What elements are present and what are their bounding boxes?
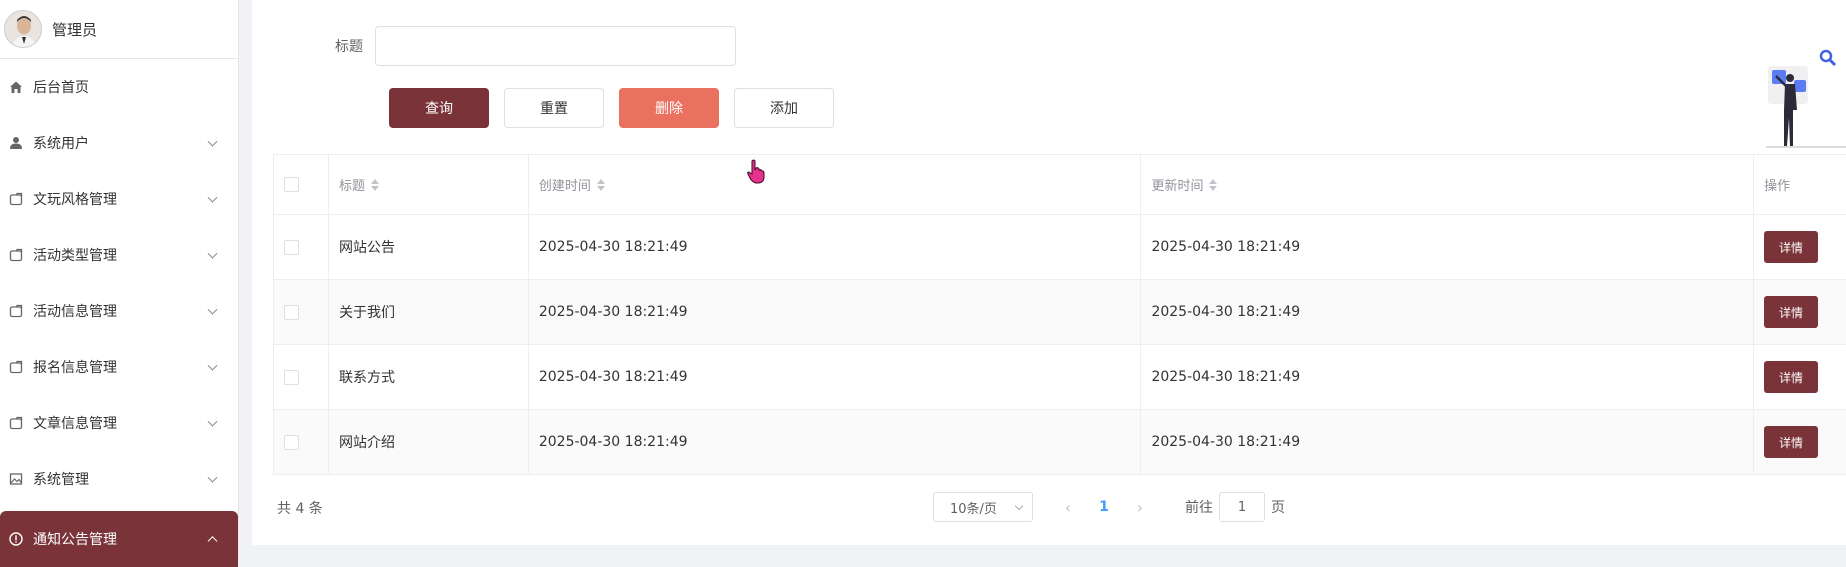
avatar[interactable] [4,10,42,48]
sidebar-item[interactable]: 报名信息管理 [0,339,238,395]
user-name: 管理员 [52,20,98,39]
folder-icon [8,415,24,431]
chevron-down-icon [207,472,218,483]
folder-icon [8,191,24,207]
page-size-select[interactable]: 10条/页 [933,492,1033,522]
chevron-up-icon [207,536,218,547]
cell-updated: 2025-04-30 18:21:49 [1141,215,1755,279]
sidebar-item-label: 报名信息管理 [33,360,117,376]
cell-title: 网站介绍 [329,410,529,474]
cell-updated: 2025-04-30 18:21:49 [1141,410,1755,474]
chevron-down-icon [207,248,218,259]
sort-icon[interactable] [370,178,379,191]
delete-button[interactable]: 删除 [619,88,719,128]
sidebar-item-label: 活动信息管理 [33,304,117,320]
cell-created: 2025-04-30 18:21:49 [529,215,1142,279]
column-header-actions: 操作 [1764,179,1791,194]
sidebar-item-label: 系统管理 [33,472,89,488]
goto-page-input[interactable]: 1 [1219,492,1265,522]
sidebar: 管理员 后台首页系统用户文玩风格管理 活动类型管理 活动信息管理 报名信息管理 文章信息… [0,0,239,567]
cell-title: 联系方式 [329,345,529,409]
sidebar-item[interactable]: 系统用户 [0,115,238,171]
query-button[interactable]: 查询 [389,88,489,128]
sidebar-item-label: 系统用户 [33,136,89,152]
data-table: 标题 创建时间 更新时间 操作 网站公告 2025-04-30 18:21:49 2… [273,154,1846,475]
page-number[interactable]: 1 [1089,499,1119,515]
sidebar-item-label: 文章信息管理 [33,416,117,432]
chevron-down-icon [207,360,218,371]
table-row: 网站公告 2025-04-30 18:21:49 2025-04-30 18:21:… [274,215,1846,280]
sidebar-menu: 后台首页系统用户文玩风格管理 活动类型管理 活动信息管理 报名信息管理 文章信息管理 系统… [0,59,238,567]
sidebar-item[interactable]: 活动信息管理 [0,283,238,339]
row-checkbox[interactable] [284,304,299,320]
table-row: 关于我们 2025-04-30 18:21:49 2025-04-30 18:21:… [274,280,1846,345]
user-profile: 管理员 [0,0,238,59]
alert-circle-icon [8,531,24,547]
title-input[interactable] [375,26,736,66]
chevron-down-icon [207,304,218,315]
reset-button[interactable]: 重置 [504,88,604,128]
goto-page: 前往 1 页 [1185,492,1285,522]
folder-icon [8,359,24,375]
folder-icon [8,247,24,263]
sidebar-item-label: 后台首页 [33,80,89,96]
table-row: 联系方式 2025-04-30 18:21:49 2025-04-30 18:21:… [274,345,1846,410]
table-row: 网站介绍 2025-04-30 18:21:49 2025-04-30 18:21:… [274,410,1846,475]
sidebar-item[interactable]: 后台首页 [0,59,238,115]
add-button[interactable]: 添加 [734,88,834,128]
user-icon [8,135,24,151]
cell-created: 2025-04-30 18:21:49 [529,280,1142,344]
sidebar-item[interactable]: 文章信息管理 [0,395,238,451]
pointer-cursor-icon [747,159,765,184]
title-label: 标题 [335,39,363,55]
cell-title: 网站公告 [329,215,529,279]
select-all-checkbox[interactable] [284,177,299,192]
cell-updated: 2025-04-30 18:21:49 [1141,345,1755,409]
detail-button[interactable]: 详情 [1764,231,1819,263]
pagination: 10条/页 ‹ 1 › 前往 1 页 [933,492,1285,522]
detail-button[interactable]: 详情 [1764,361,1819,393]
cell-created: 2025-04-30 18:21:49 [529,345,1142,409]
sort-icon[interactable] [1209,178,1218,191]
table-header: 标题 创建时间 更新时间 操作 [274,155,1846,215]
cell-updated: 2025-04-30 18:21:49 [1141,280,1755,344]
total-count: 共 4 条 [277,501,323,517]
next-page-button[interactable]: › [1125,498,1155,517]
row-checkbox[interactable] [284,369,299,385]
chevron-down-icon [1014,501,1024,510]
detail-button[interactable]: 详情 [1764,426,1819,458]
sidebar-item[interactable]: 系统管理 [0,451,238,507]
decorative-illustration [1766,49,1846,148]
cell-title: 关于我们 [329,280,529,344]
row-checkbox[interactable] [284,434,299,450]
sidebar-item[interactable]: 活动类型管理 [0,227,238,283]
cell-created: 2025-04-30 18:21:49 [529,410,1142,474]
row-checkbox[interactable] [284,239,299,255]
sidebar-item-label: 活动类型管理 [33,248,117,264]
search-form: 标题 [252,26,736,66]
chevron-down-icon [207,136,218,147]
column-header-created[interactable]: 创建时间 [529,155,1142,214]
main-content: 标题 查询 重置 删除 添加 标题 创建时间 更新时间 操作 网站公告 2025… [252,0,1846,545]
folder-icon [8,303,24,319]
action-buttons: 查询 重置 删除 添加 [389,88,849,128]
chevron-down-icon [207,416,218,427]
home-icon [8,79,24,95]
chevron-down-icon [207,192,218,203]
table-body: 网站公告 2025-04-30 18:21:49 2025-04-30 18:21:… [274,215,1846,475]
sort-icon[interactable] [596,178,605,191]
image-icon [8,471,24,487]
column-header-title[interactable]: 标题 [329,155,529,214]
sidebar-item[interactable]: 文玩风格管理 [0,171,238,227]
prev-page-button[interactable]: ‹ [1053,498,1083,517]
column-header-updated[interactable]: 更新时间 [1141,155,1755,214]
sidebar-item-label: 文玩风格管理 [33,192,117,208]
sidebar-item-label: 通知公告管理 [33,532,117,548]
detail-button[interactable]: 详情 [1764,296,1819,328]
sidebar-item[interactable]: 通知公告管理 [0,511,238,567]
